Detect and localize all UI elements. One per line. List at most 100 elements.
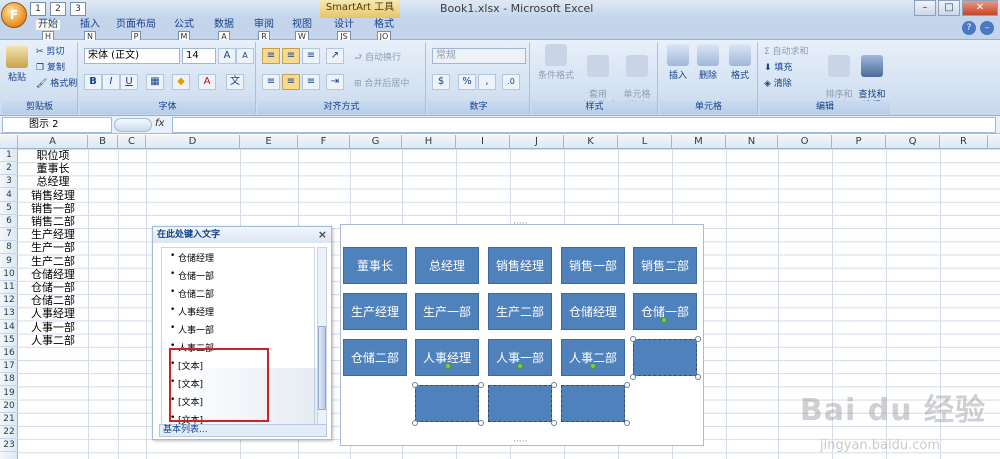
close-icon[interactable]: × bbox=[318, 227, 327, 243]
list-item[interactable]: 仓储经理 bbox=[170, 251, 214, 264]
bold-button[interactable]: B bbox=[84, 74, 102, 90]
column-header[interactable]: H bbox=[402, 135, 456, 149]
shrink-font-icon[interactable]: A bbox=[236, 48, 254, 64]
decimal-icon[interactable]: .0 bbox=[502, 74, 520, 90]
smartart-node-empty[interactable] bbox=[414, 384, 480, 423]
row-header[interactable]: 13 bbox=[0, 307, 18, 321]
smartart-node[interactable]: 总经理 bbox=[415, 247, 479, 284]
row-header[interactable]: 4 bbox=[0, 189, 18, 202]
border-icon[interactable]: ▦ bbox=[146, 74, 164, 90]
text-pane-scrollbar[interactable] bbox=[317, 247, 327, 427]
clear-button[interactable]: ◈ 清除 bbox=[764, 76, 792, 89]
column-header[interactable]: F bbox=[298, 135, 350, 149]
qat-key-1[interactable]: 1 bbox=[30, 2, 46, 16]
tab-data[interactable]: 数据 A bbox=[212, 20, 236, 42]
row-header[interactable]: 6 bbox=[0, 215, 18, 228]
smartart-node-empty[interactable] bbox=[560, 384, 626, 423]
insert-cells-button[interactable]: 插入 bbox=[664, 44, 692, 81]
cell-a[interactable]: 人事二部 bbox=[19, 334, 87, 347]
grow-font-icon[interactable]: A bbox=[218, 48, 236, 64]
format-cells-button[interactable]: 格式 bbox=[726, 44, 754, 81]
cell-a[interactable]: 职位项 bbox=[19, 149, 87, 162]
smartart-node[interactable]: 销售二部 bbox=[633, 247, 697, 284]
align-center-icon[interactable]: ≡ bbox=[282, 74, 300, 90]
resize-handle[interactable] bbox=[624, 420, 630, 426]
smartart-node-empty[interactable] bbox=[487, 384, 553, 423]
column-header[interactable]: Q bbox=[886, 135, 940, 149]
smartart-node[interactable]: 生产经理 bbox=[343, 293, 407, 330]
column-header[interactable]: C bbox=[118, 135, 146, 149]
resize-handle[interactable] bbox=[412, 382, 418, 388]
office-button[interactable]: F bbox=[1, 2, 27, 28]
smartart-node[interactable]: 董事长 bbox=[343, 247, 407, 284]
row-header[interactable]: 12 bbox=[0, 294, 18, 308]
row-header[interactable]: 16 bbox=[0, 347, 18, 360]
row-header[interactable]: 17 bbox=[0, 360, 18, 374]
tab-format[interactable]: 格式 JO bbox=[372, 20, 396, 42]
smartart-node[interactable]: 人事二部 bbox=[561, 339, 625, 376]
smartart-node[interactable]: 仓储经理 bbox=[561, 293, 625, 330]
phonetic-icon[interactable]: 文 bbox=[226, 74, 244, 90]
tab-page-layout[interactable]: 页面布局 P bbox=[116, 20, 156, 42]
currency-icon[interactable]: $ bbox=[432, 74, 450, 90]
cell-a[interactable]: 销售二部 bbox=[19, 215, 87, 228]
cell-a[interactable]: 人事经理 bbox=[19, 307, 87, 320]
resize-handle[interactable] bbox=[412, 420, 418, 426]
column-header[interactable]: N bbox=[726, 135, 778, 149]
resize-handle[interactable] bbox=[478, 420, 484, 426]
align-middle-icon[interactable]: ≡ bbox=[282, 48, 300, 64]
row-header[interactable]: 15 bbox=[0, 334, 18, 347]
list-item[interactable]: 人事经理 bbox=[170, 305, 214, 318]
orientation-icon[interactable]: ↗ bbox=[326, 48, 344, 64]
resize-handle[interactable] bbox=[695, 374, 701, 380]
column-header[interactable]: G bbox=[350, 135, 402, 149]
resize-handle[interactable] bbox=[551, 382, 557, 388]
resize-handle[interactable] bbox=[630, 336, 636, 342]
font-size-combo[interactable]: 14 bbox=[182, 48, 216, 64]
column-header[interactable]: I bbox=[456, 135, 510, 149]
smartart-node[interactable]: 生产二部 bbox=[488, 293, 552, 330]
column-header[interactable]: M bbox=[672, 135, 726, 149]
indent-icon[interactable]: ⇥ bbox=[326, 74, 344, 90]
smartart-node[interactable]: 人事一部 bbox=[488, 339, 552, 376]
tab-design[interactable]: 设计 JS bbox=[332, 20, 356, 42]
tab-formulas[interactable]: 公式 M bbox=[172, 20, 196, 42]
resize-handle[interactable] bbox=[478, 382, 484, 388]
delete-cells-button[interactable]: 删除 bbox=[694, 44, 722, 81]
column-header[interactable]: E bbox=[240, 135, 298, 149]
cell-a[interactable]: 仓储一部 bbox=[19, 281, 87, 294]
cell-a[interactable]: 销售一部 bbox=[19, 202, 87, 215]
row-header[interactable]: 11 bbox=[0, 281, 18, 294]
restore-button[interactable]: □ bbox=[938, 0, 960, 16]
smartart-node[interactable]: 人事经理 bbox=[415, 339, 479, 376]
minimize-button[interactable]: – bbox=[914, 0, 936, 16]
resize-handle[interactable] bbox=[695, 336, 701, 342]
row-header[interactable]: 20 bbox=[0, 400, 18, 413]
select-all-corner[interactable] bbox=[0, 135, 18, 149]
number-format-combo[interactable]: 常规 bbox=[432, 48, 526, 64]
column-header[interactable]: L bbox=[618, 135, 672, 149]
font-color-icon[interactable]: A bbox=[198, 74, 216, 90]
underline-button[interactable]: U bbox=[120, 74, 138, 90]
copy-button[interactable]: ❐ 复制 bbox=[36, 60, 65, 73]
name-box[interactable]: 图示 2 bbox=[2, 117, 112, 133]
align-top-icon[interactable]: ≡ bbox=[262, 48, 280, 64]
row-header[interactable]: 2 bbox=[0, 162, 18, 176]
cell-a[interactable]: 仓储二部 bbox=[19, 294, 87, 307]
help-icon[interactable]: ? bbox=[962, 21, 976, 35]
cell-a[interactable]: 销售经理 bbox=[19, 189, 87, 202]
ribbon-minimize-icon[interactable]: – bbox=[980, 21, 994, 35]
row-header[interactable]: 7 bbox=[0, 228, 18, 242]
rotate-handle[interactable] bbox=[445, 363, 451, 369]
cell-a[interactable]: 仓储经理 bbox=[19, 268, 87, 281]
column-header[interactable]: J bbox=[510, 135, 564, 149]
row-header[interactable]: 9 bbox=[0, 255, 18, 268]
tab-home[interactable]: 开始 H bbox=[36, 20, 60, 42]
align-right-icon[interactable]: ≡ bbox=[302, 74, 320, 90]
resize-handle[interactable] bbox=[630, 374, 636, 380]
column-header[interactable]: R bbox=[940, 135, 988, 149]
column-header[interactable]: P bbox=[832, 135, 886, 149]
formula-input[interactable] bbox=[172, 117, 996, 133]
qat-key-3[interactable]: 3 bbox=[70, 2, 86, 16]
paste-button[interactable]: 粘贴 bbox=[6, 46, 28, 83]
